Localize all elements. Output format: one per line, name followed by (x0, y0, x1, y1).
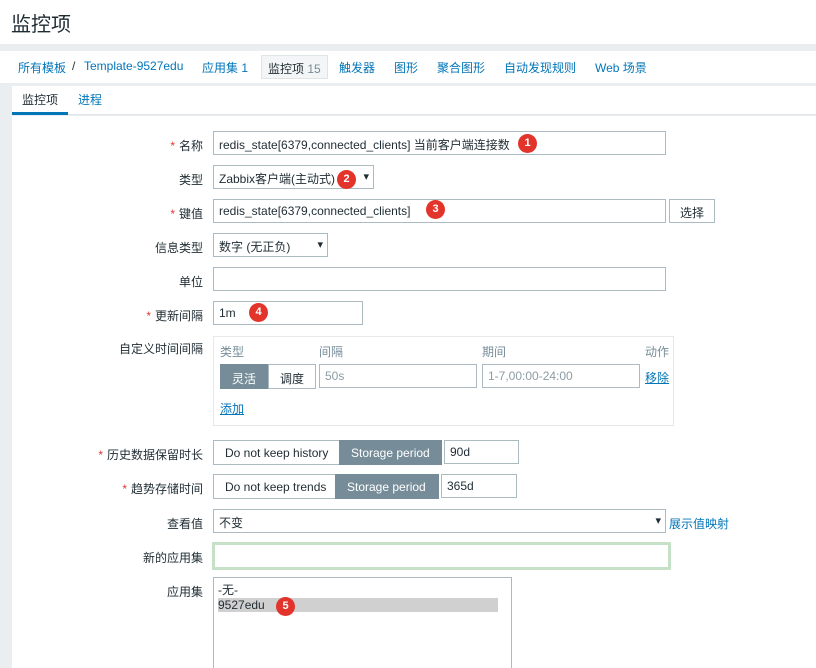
chevron-down-icon: ▾ (363, 171, 369, 183)
page-title: 监控项 (11, 14, 71, 36)
breadcrumb-all-templates[interactable]: 所有模板 (18, 59, 66, 76)
ci-header-type: 类型 (220, 345, 245, 359)
delay-input[interactable]: 1m (213, 301, 363, 325)
ci-header-action: 动作 (645, 345, 670, 359)
nav-discovery[interactable]: 自动发现规则 (504, 59, 576, 76)
application-option-selected[interactable]: 9527edu (218, 598, 498, 612)
page-header: 监控项 (0, 0, 816, 44)
history-input[interactable]: 90d (444, 440, 519, 464)
nav-triggers[interactable]: 触发器 (339, 59, 375, 76)
applications-listbox[interactable]: -无- 9527edu (213, 577, 512, 668)
ci-interval-input[interactable]: 50s (319, 364, 477, 388)
value-type-select[interactable]: 数字 (无正负) ▾ (213, 233, 328, 257)
trends-label: * 趋势存储时间 (122, 482, 203, 496)
tab-process[interactable]: 进程 (78, 86, 102, 115)
nav-screens[interactable]: 聚合图形 (437, 59, 485, 76)
chevron-down-icon: ▾ (655, 515, 661, 527)
trends-storage-period-toggle[interactable]: Storage period (335, 474, 439, 499)
trends-no-keep-toggle[interactable]: Do not keep trends (213, 474, 336, 499)
show-valuemap-link[interactable]: 展示值映射 (669, 515, 729, 532)
application-option-none[interactable]: -无- (218, 583, 498, 597)
annotation-badge-2: 2 (337, 170, 356, 189)
nav-items-label: 监控项 (268, 62, 305, 76)
applications-label: 应用集 (166, 585, 203, 599)
ci-header-period: 期间 (482, 345, 507, 359)
breadcrumb: 所有模板 / Template-9527edu 应用集 1 监控项 15 触发器… (0, 51, 816, 83)
units-input[interactable] (213, 267, 666, 291)
type-select-value: Zabbix客户端(主动式) (219, 172, 336, 186)
breadcrumb-template[interactable]: Template-9527edu (84, 59, 183, 73)
tab-bar: 监控项 进程 (12, 86, 816, 115)
value-type-select-value: 数字 (无正负) (219, 240, 291, 254)
nav-applications[interactable]: 应用集 1 (202, 59, 248, 76)
history-no-keep-toggle[interactable]: Do not keep history (213, 440, 340, 465)
name-input[interactable]: redis_state[6379,connected_clients] 当前客户… (213, 131, 666, 155)
item-form: * 名称 redis_state[6379,connected_clients] … (12, 116, 816, 668)
name-label: * 名称 (170, 139, 203, 153)
annotation-badge-5: 5 (276, 597, 295, 616)
value-type-label: 信息类型 (154, 241, 203, 255)
delay-label: * 更新间隔 (146, 309, 203, 323)
new-application-input[interactable] (212, 542, 671, 570)
chevron-down-icon: ▾ (317, 239, 323, 251)
valuemap-select-value: 不变 (219, 516, 244, 530)
nav-items-active[interactable]: 监控项 15 (261, 55, 328, 79)
ci-add-link[interactable]: 添加 (220, 400, 244, 417)
annotation-badge-3: 3 (426, 200, 445, 219)
annotation-badge-1: 1 (518, 134, 537, 153)
breadcrumb-separator: / (72, 59, 76, 73)
key-label: * 键值 (170, 207, 203, 221)
left-gutter (0, 115, 4, 668)
custom-intervals-label: 自定义时间间隔 (118, 342, 203, 356)
ci-period-input[interactable]: 1-7,00:00-24:00 (482, 364, 640, 388)
trends-input[interactable]: 365d (441, 474, 517, 498)
ci-type-flexible[interactable]: 灵活 (220, 364, 269, 389)
history-storage-period-toggle[interactable]: Storage period (339, 440, 442, 465)
history-label: * 历史数据保留时长 (98, 448, 203, 462)
ci-type-scheduling[interactable]: 调度 (268, 364, 317, 389)
key-select-button[interactable]: 选择 (669, 199, 716, 223)
nav-items-count: 15 (307, 62, 321, 76)
ci-header-interval: 间隔 (319, 345, 344, 359)
nav-graphs[interactable]: 图形 (394, 59, 418, 76)
new-application-label: 新的应用集 (142, 551, 203, 565)
custom-intervals-table: 类型 间隔 期间 动作 灵活 调度 50s 1-7,00:00-24:00 移除… (213, 336, 674, 426)
valuemap-select[interactable]: 不变 ▾ (213, 509, 666, 533)
ci-remove-link[interactable]: 移除 (645, 369, 669, 386)
nav-web[interactable]: Web 场景 (595, 59, 647, 76)
annotation-badge-4: 4 (249, 303, 268, 322)
tab-item[interactable]: 监控项 (12, 86, 69, 115)
type-label: 类型 (178, 173, 203, 187)
valuemap-label: 查看值 (166, 517, 203, 531)
units-label: 单位 (178, 275, 203, 289)
